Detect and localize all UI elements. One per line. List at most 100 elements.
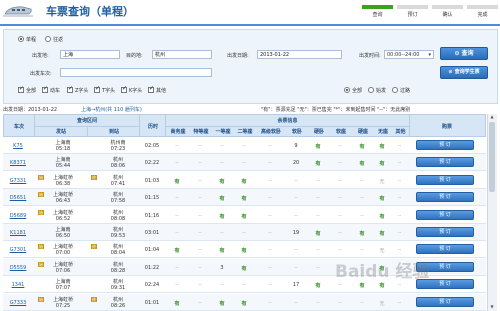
seat-availability: -- [338,195,342,202]
type-all-checkbox[interactable] [18,85,24,93]
departure-station: 上海南 [55,140,71,146]
result-route: 上海→杭州(共 110 趟列车) [81,107,142,113]
train-number-link[interactable]: D5689 [3,213,33,219]
seat-availability: 有 [241,178,247,185]
departure-time-select[interactable]: 00:00--24:00 ▾ [384,50,434,59]
type-t-checkbox[interactable] [94,85,100,93]
seat-availability: 17 [292,282,300,289]
train-number-link[interactable]: D5559 [3,265,33,271]
seat-availability: -- [268,177,272,184]
book-button[interactable]: 预 订 [416,209,474,220]
train-number-link[interactable]: K1181 [3,230,33,236]
seat-availability: 有 [315,231,321,237]
scroll-thumb[interactable] [489,122,495,192]
step-book: 预订 [396,2,429,22]
type-emu-checkbox[interactable] [42,85,48,93]
trip-single-radio[interactable] [18,36,24,42]
train-list: K75 上海南 05:18 杭州南 07:23 02:05 -- -- -- -- -- 9 有 -- 有有… [3,137,486,311]
header-divider [0,24,500,26]
col-duration: 历时 [147,124,158,130]
seat-availability: -- [316,299,320,306]
type-other-label: 其他 [156,88,167,94]
seat-availability: -- [175,282,179,289]
book-button[interactable]: 预 订 [416,174,474,185]
trip-return-radio[interactable] [45,36,51,42]
scroll-down-icon[interactable]: ▼ [489,304,495,310]
scroll-up-icon[interactable]: ▲ [489,114,495,120]
seat-availability: 有 [241,300,247,307]
seat-availability: -- [198,282,202,289]
type-z-checkbox[interactable] [67,85,73,93]
watermark: Baidu 经验 [335,262,430,282]
arrival-station: 杭州 [112,192,123,199]
departure-station: 上海南 [55,279,71,286]
departure-time: 07:07 [55,285,71,292]
seat-availability: 有 [315,283,321,290]
train-number-link[interactable]: G7301 [3,247,33,253]
step-query: 查询 [361,2,394,22]
seat-availability: 有 [359,144,365,150]
seat-availability: -- [338,230,342,236]
table-scrollbar[interactable]: ▲ ▼ [487,114,497,311]
book-button[interactable]: 预 订 [416,296,474,307]
train-number-link[interactable]: K75 [3,143,33,149]
result-info-bar: 出发日期：2013-01-22 上海→杭州(共 110 趟列车) "有"：票源充… [3,104,496,113]
train-number-link[interactable]: G7331 [3,178,33,184]
train-number-input[interactable] [60,68,212,77]
seat-availability: -- [175,230,179,236]
table-row: K8371 上海南 05:44 杭州 08:06 02:22 -- -- -- -- -- 20 有 --… [3,154,486,172]
book-button[interactable]: 预 订 [416,192,474,203]
type-k-checkbox[interactable] [121,85,127,93]
type-other-checkbox[interactable] [148,85,154,93]
train-number-link[interactable]: G7333 [3,300,33,306]
departure-time: 06:50 [55,233,71,239]
book-button[interactable]: 预 订 [416,244,474,255]
col-second: 二等座 [237,129,253,135]
table-row: G7301 始上海虹桥 07:00 终杭州 08:04 01:04 有 -- 有有 -- -- -- -… [3,241,486,259]
seat-availability: -- [220,282,224,289]
departure-date-input[interactable]: 2013-01-22 [257,50,342,59]
station-all-radio[interactable] [344,87,350,93]
book-button[interactable]: 预 订 [416,227,474,237]
seat-availability: -- [198,299,202,306]
station-origin-radio[interactable] [368,87,374,93]
station-all-label: 全部 [352,88,363,94]
col-remaining: 余票信息 [277,118,298,124]
arrival-time: 07:23 [110,146,126,152]
station-passing-radio[interactable] [392,87,398,93]
col-section: 查询区间 [76,118,97,124]
seat-availability: -- [175,212,179,219]
seat-availability: -- [338,177,342,184]
table-row: K75 上海南 05:18 杭州南 07:23 02:05 -- -- -- -- -- 9 有 -- 有 有… [3,137,486,154]
train-number-link[interactable]: K8371 [3,160,33,166]
seat-availability: -- [397,247,402,254]
seat-availability: -- [242,230,246,236]
seat-availability: 有 [379,213,385,220]
search-button[interactable]: ⊙ 查询 [440,47,488,60]
page-title: 车票查询（单程） [46,5,134,18]
departure-time: 06:52 [55,215,71,222]
seat-availability: 20 [292,160,300,167]
from-station-input[interactable]: 上海 [60,50,120,59]
arrival-time: 08:28 [110,267,126,274]
seat-availability: 有 [379,231,385,237]
seat-availability: -- [360,299,364,306]
terminal-badge: 终 [91,296,97,302]
arrival-time: 08:08 [110,215,126,222]
seat-availability: -- [268,299,272,306]
departure-station: 上海虹桥 [52,261,73,268]
arrival-station: 杭州 [112,244,123,251]
seat-availability: -- [198,143,202,149]
seat-availability: 有 [379,144,385,150]
seat-availability: -- [268,230,272,236]
arrival-station: 杭州 [112,157,123,164]
book-button[interactable]: 预 订 [416,157,474,168]
train-number-link[interactable]: 1341 [3,282,33,288]
seat-availability: 有 [315,144,321,150]
col-business: 商务座 [170,129,186,135]
train-number-link[interactable]: D5651 [3,195,33,201]
chevron-down-icon: ▾ [428,52,431,58]
book-button[interactable]: 预 订 [416,140,474,150]
student-ticket-search-button[interactable]: ⊙ 查询学生票 [440,66,488,79]
to-station-input[interactable]: 杭州 [152,50,212,59]
